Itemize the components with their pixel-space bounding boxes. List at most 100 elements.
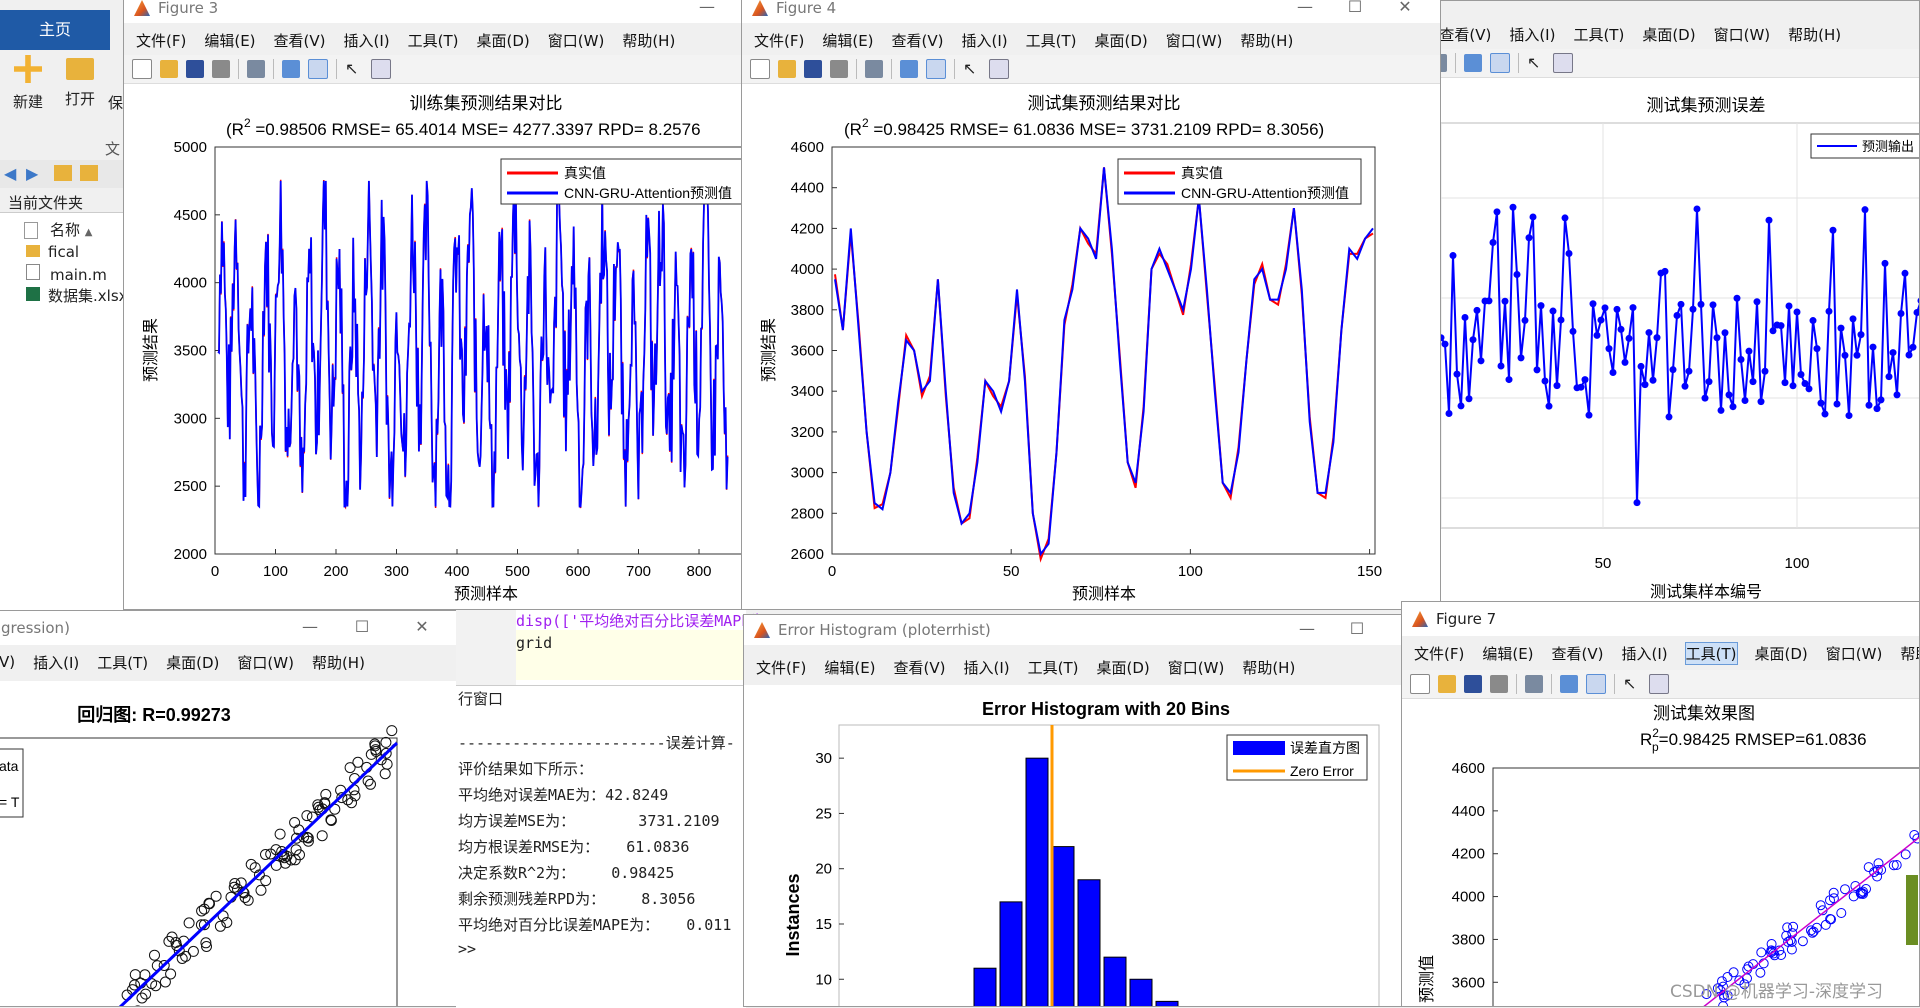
menu-window[interactable]: 窗口(W) xyxy=(237,652,294,673)
close-button[interactable]: ✕ xyxy=(399,613,445,643)
print-icon[interactable] xyxy=(212,60,230,78)
link-plot-icon[interactable] xyxy=(900,60,918,78)
pointer-icon[interactable]: ↖ xyxy=(1527,54,1545,72)
save-icon[interactable] xyxy=(804,60,822,78)
menu-edit[interactable]: 编辑(E) xyxy=(822,30,873,51)
menu-view[interactable]: 查看(V) xyxy=(894,657,946,678)
insert-legend-icon[interactable] xyxy=(1490,53,1510,73)
menu-insert[interactable]: 插入(I) xyxy=(344,30,390,51)
print-preview-icon[interactable] xyxy=(1525,675,1543,693)
back-arrow-icon[interactable]: ◀ xyxy=(4,164,16,183)
property-editor-icon[interactable] xyxy=(1649,674,1669,694)
minimize-button[interactable]: — xyxy=(684,0,730,23)
file-item-dataset[interactable]: 数据集.xlsx xyxy=(26,285,128,306)
menu-view[interactable]: 查看(V) xyxy=(1439,24,1491,45)
close-button[interactable]: ✕ xyxy=(1382,0,1428,23)
menu-desktop[interactable]: 桌面(D) xyxy=(1642,24,1695,45)
menu-insert[interactable]: 插入(I) xyxy=(1509,24,1555,45)
up-folder-icon[interactable] xyxy=(54,165,72,181)
open-file-icon[interactable] xyxy=(1438,675,1456,693)
menu-file[interactable]: 文件(F) xyxy=(136,30,186,51)
menu-tools[interactable]: 工具(T) xyxy=(1026,30,1077,51)
menu-tools[interactable]: 工具(T) xyxy=(1573,24,1624,45)
open-file-icon[interactable] xyxy=(160,60,178,78)
browse-folder-icon[interactable] xyxy=(80,165,98,181)
menu-file[interactable]: 文件(F) xyxy=(754,30,804,51)
new-button[interactable]: 新建 xyxy=(8,55,48,125)
pointer-icon[interactable]: ↖ xyxy=(1623,675,1641,693)
menu-help[interactable]: 帮助(H) xyxy=(1242,657,1295,678)
pointer-icon[interactable]: ↖ xyxy=(345,60,363,78)
print-preview-icon[interactable] xyxy=(247,60,265,78)
minimize-button[interactable]: — xyxy=(1284,615,1330,645)
menu-insert[interactable]: 插入(I) xyxy=(1622,643,1668,664)
command-window[interactable]: 行窗口 -----------------------误差计算- 评价结果如下所… xyxy=(456,685,746,1008)
menu-insert[interactable]: 插入(I) xyxy=(33,652,79,673)
menu-desktop[interactable]: 桌面(D) xyxy=(477,30,530,51)
save-icon[interactable] xyxy=(186,60,204,78)
menu-desktop[interactable]: 桌面(D) xyxy=(166,652,219,673)
maximize-button[interactable]: ☐ xyxy=(1334,615,1380,645)
menu-view[interactable]: 查看(V) xyxy=(1552,643,1604,664)
menu-view[interactable]: 查看(V) xyxy=(274,30,326,51)
new-figure-icon[interactable] xyxy=(1410,674,1430,694)
menu-tools[interactable]: 工具(T) xyxy=(1028,657,1079,678)
pointer-icon[interactable]: ↖ xyxy=(963,60,981,78)
menu-help[interactable]: 帮助(H) xyxy=(312,652,365,673)
print-icon[interactable] xyxy=(830,60,848,78)
menu-tools[interactable]: 工具(T) xyxy=(408,30,459,51)
menu-tools[interactable]: 工具(T) xyxy=(97,652,148,673)
minimize-button[interactable]: — xyxy=(287,613,333,643)
menu-help[interactable]: 帮助(H) xyxy=(622,30,675,51)
minimize-button[interactable]: — xyxy=(1282,0,1328,23)
maximize-button[interactable]: ☐ xyxy=(339,613,385,643)
menu-desktop[interactable]: 桌面(D) xyxy=(1755,643,1808,664)
open-button[interactable]: 打开 xyxy=(60,55,100,125)
name-column-header[interactable]: 名称 ▲ xyxy=(24,219,93,240)
link-plot-icon[interactable] xyxy=(1560,675,1578,693)
menu-window[interactable]: 窗口(W) xyxy=(548,30,605,51)
editor-line[interactable]: disp(['平均绝对百分比误差MAPE为 xyxy=(516,610,765,631)
maximize-button[interactable]: ☐ xyxy=(1332,0,1378,23)
menu-file[interactable]: 文件(F) xyxy=(756,657,806,678)
menu-window[interactable]: 窗口(W) xyxy=(1168,657,1225,678)
link-plot-icon[interactable] xyxy=(282,60,300,78)
menu-desktop[interactable]: 桌面(D) xyxy=(1095,30,1148,51)
forward-arrow-icon[interactable]: ▶ xyxy=(26,164,38,183)
menu-tools[interactable]: 工具(T) xyxy=(1686,643,1737,664)
menu-view[interactable]: V) xyxy=(0,653,15,671)
save-label[interactable]: 保 xyxy=(108,92,123,113)
insert-legend-icon[interactable] xyxy=(308,59,328,79)
open-file-icon[interactable] xyxy=(778,60,796,78)
new-figure-icon[interactable] xyxy=(132,59,152,79)
menu-view[interactable]: 查看(V) xyxy=(892,30,944,51)
property-editor-icon[interactable] xyxy=(1553,53,1573,73)
editor-line[interactable]: grid xyxy=(516,634,552,652)
print-preview-icon[interactable] xyxy=(865,60,883,78)
menu-window[interactable]: 窗口(W) xyxy=(1166,30,1223,51)
menu-window[interactable]: 窗口(W) xyxy=(1826,643,1883,664)
new-figure-icon[interactable] xyxy=(750,59,770,79)
home-tab[interactable]: 主页 xyxy=(0,10,110,50)
print-icon[interactable] xyxy=(1490,675,1508,693)
property-editor-icon[interactable] xyxy=(371,59,391,79)
insert-legend-icon[interactable] xyxy=(926,59,946,79)
menu-insert[interactable]: 插入(I) xyxy=(964,657,1010,678)
property-editor-icon[interactable] xyxy=(989,59,1009,79)
file-item-fical[interactable]: fical xyxy=(26,243,79,261)
save-icon[interactable] xyxy=(1464,675,1482,693)
file-item-main[interactable]: main.m xyxy=(26,264,107,284)
menu-insert[interactable]: 插入(I) xyxy=(962,30,1008,51)
menu-desktop[interactable]: 桌面(D) xyxy=(1097,657,1150,678)
menu-edit[interactable]: 编辑(E) xyxy=(1482,643,1533,664)
menu-file[interactable]: 文件(F) xyxy=(1414,643,1464,664)
link-plot-icon[interactable] xyxy=(1464,54,1482,72)
menu-help[interactable]: 帮助(H) xyxy=(1788,24,1841,45)
menu-window[interactable]: 窗口(W) xyxy=(1714,24,1771,45)
menu-help[interactable]: 帮助(H) xyxy=(1240,30,1293,51)
insert-legend-icon[interactable] xyxy=(1586,674,1606,694)
menu-edit[interactable]: 编辑(E) xyxy=(824,657,875,678)
command-prompt[interactable]: >> xyxy=(458,940,476,958)
menu-edit[interactable]: 编辑(E) xyxy=(204,30,255,51)
menu-help[interactable]: 帮助(H) xyxy=(1900,643,1920,664)
